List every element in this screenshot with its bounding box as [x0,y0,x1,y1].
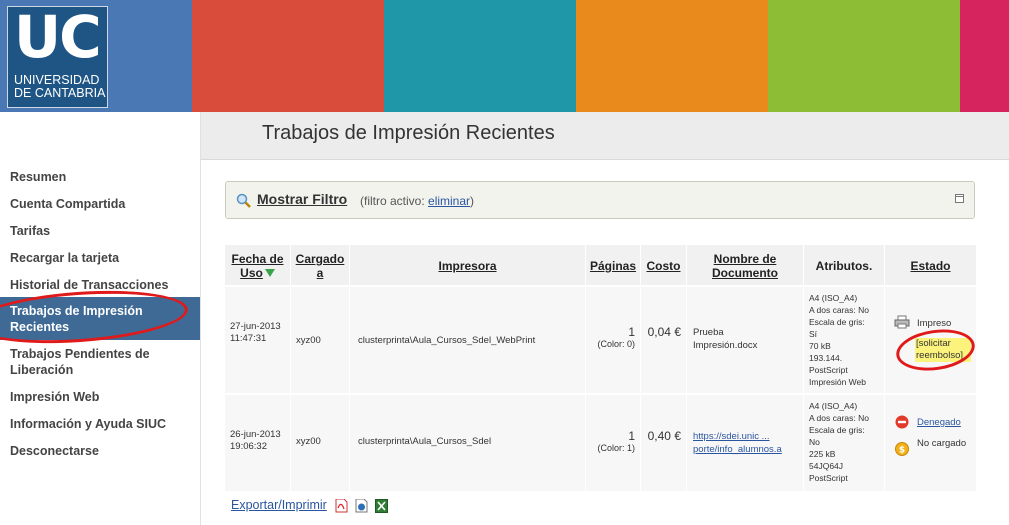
page-title: Trabajos de Impresión Recientes [262,122,555,144]
sidebar-item-informacion[interactable]: Información y Ayuda SIUC [0,416,200,432]
svg-text:$: $ [899,446,905,456]
color-band [576,0,768,112]
sidebar-item-impresion-web[interactable]: Impresión Web [0,389,200,405]
show-filter-link[interactable]: Mostrar Filtro [257,191,347,207]
pages-count: 1 [628,429,635,443]
status-not-charged: No cargado [917,438,967,449]
filter-note-suffix: ) [470,194,475,208]
collapse-icon[interactable] [955,194,964,203]
col-header-pages[interactable]: Páginas [586,245,640,285]
sidebar-item-recargar[interactable]: Recargar la tarjeta [0,250,200,266]
cell-attributes: A4 (ISO_A4) A dos caras: No Escala de gr… [804,395,884,491]
highlight-ellipse [893,324,978,376]
cell-printer: clusterprinta\Aula_Cursos_Sdel_WebPrint [350,287,585,393]
cell-printer: clusterprinta\Aula_Cursos_Sdel [350,395,585,491]
cell-attributes: A4 (ISO_A4) A dos caras: No Escala de gr… [804,287,884,393]
cell-pages: 1 (Color: 0) [586,287,640,393]
attr-line: Escala de gris: [809,425,865,435]
color-band [192,0,384,112]
sidebar-item-cuenta-compartida[interactable]: Cuenta Compartida [0,196,200,212]
cell-date: 26-jun-2013 19:06:32 [225,395,290,491]
pages-color: (Color: 1) [597,443,635,453]
attr-line: Escala de gris: [809,317,865,327]
pdf-icon[interactable] [335,499,348,513]
sidebar-item-tarifas[interactable]: Tarifas [0,223,200,239]
printer-icon [894,315,910,329]
attr-line: PostScript [809,473,848,483]
col-header-cost[interactable]: Costo [641,245,686,285]
status-denied-link[interactable]: Denegado [917,417,961,428]
sidebar-item-resumen[interactable]: Resumen [0,169,200,185]
sidebar-item-trabajos-pendientes[interactable]: Trabajos Pendientes de Liberación [0,346,200,378]
attr-line: A dos caras: No [809,305,870,315]
filter-panel: Mostrar Filtro (filtro activo: eliminar) [225,181,975,219]
coin-icon: $ [895,442,909,456]
excel-icon[interactable] [375,499,388,513]
university-logo[interactable]: UC UNIVERSIDAD DE CANTABRIA [7,3,108,108]
cell-cost: 0,40 € [641,395,686,491]
col-header-document[interactable]: Nombre de Documento [687,245,803,285]
document-link[interactable]: https://sdei.unic ... [693,430,799,443]
attr-line: Sí [809,329,818,339]
col-header-printer[interactable]: Impresora [350,245,585,285]
export-print-link[interactable]: Exportar/Imprimir [231,498,327,512]
cell-status: Denegado $ No cargado [885,395,976,491]
logo-name: UNIVERSIDAD DE CANTABRIA [14,74,105,100]
col-header-attributes: Atributos. [804,245,884,285]
cell-cost: 0,04 € [641,287,686,393]
attr-line: 225 kB [809,449,836,459]
cell-pages: 1 (Color: 1) [586,395,640,491]
remove-filter-link[interactable]: eliminar [428,194,470,208]
attr-line: 70 kB [809,341,831,351]
color-band [768,0,960,112]
attr-line: 54JQ64J [809,461,844,471]
color-band [384,0,576,112]
document-link[interactable]: porte/info_alumnos.a [693,443,799,456]
header-banner: UC UNIVERSIDAD DE CANTABRIA [0,0,1009,112]
col-header-charged[interactable]: Cargado a [291,245,349,285]
cell-charged: xyz00 [291,287,349,393]
status-text: Impreso [917,318,952,329]
color-band [960,0,1009,112]
cell-document: https://sdei.unic ... porte/info_alumnos… [687,395,803,491]
web-page-icon[interactable] [355,499,368,513]
attr-line: 193.144. [809,353,843,363]
pages-count: 1 [628,325,635,339]
cell-charged: xyz00 [291,395,349,491]
pages-color: (Color: 0) [597,339,635,349]
filter-note: (filtro activo: eliminar) [360,194,474,208]
sidebar-item-desconectarse[interactable]: Desconectarse [0,443,200,459]
cell-status: Impreso [solicitar reembolso] [885,287,978,393]
logo-name-line2: DE CANTABRIA [14,86,106,100]
attr-line: A4 (ISO_A4) [809,401,858,411]
attr-line: No [809,437,820,447]
filter-note-prefix: (filtro activo: [360,194,429,208]
cell-document: Prueba Impresión.docx [687,287,803,393]
col-header-status[interactable]: Estado [885,245,976,285]
attr-line: A dos caras: No [809,413,870,423]
col-header-date[interactable]: Fecha de Uso [225,245,290,285]
title-bar: Trabajos de Impresión Recientes [201,112,1009,160]
denied-icon [895,415,909,429]
magnifier-icon [236,193,251,208]
col-header-date-label[interactable]: Fecha de Uso [231,252,283,280]
cell-date: 27-jun-2013 11:47:31 [225,287,290,393]
attr-line: Impresión Web [809,377,867,387]
attr-line: PostScript [809,365,848,375]
logo-initials: UC [14,3,102,71]
sidebar-nav: Resumen Cuenta Compartida Tarifas Recarg… [0,112,201,525]
sort-desc-icon [264,269,275,277]
attr-line: A4 (ISO_A4) [809,293,858,303]
